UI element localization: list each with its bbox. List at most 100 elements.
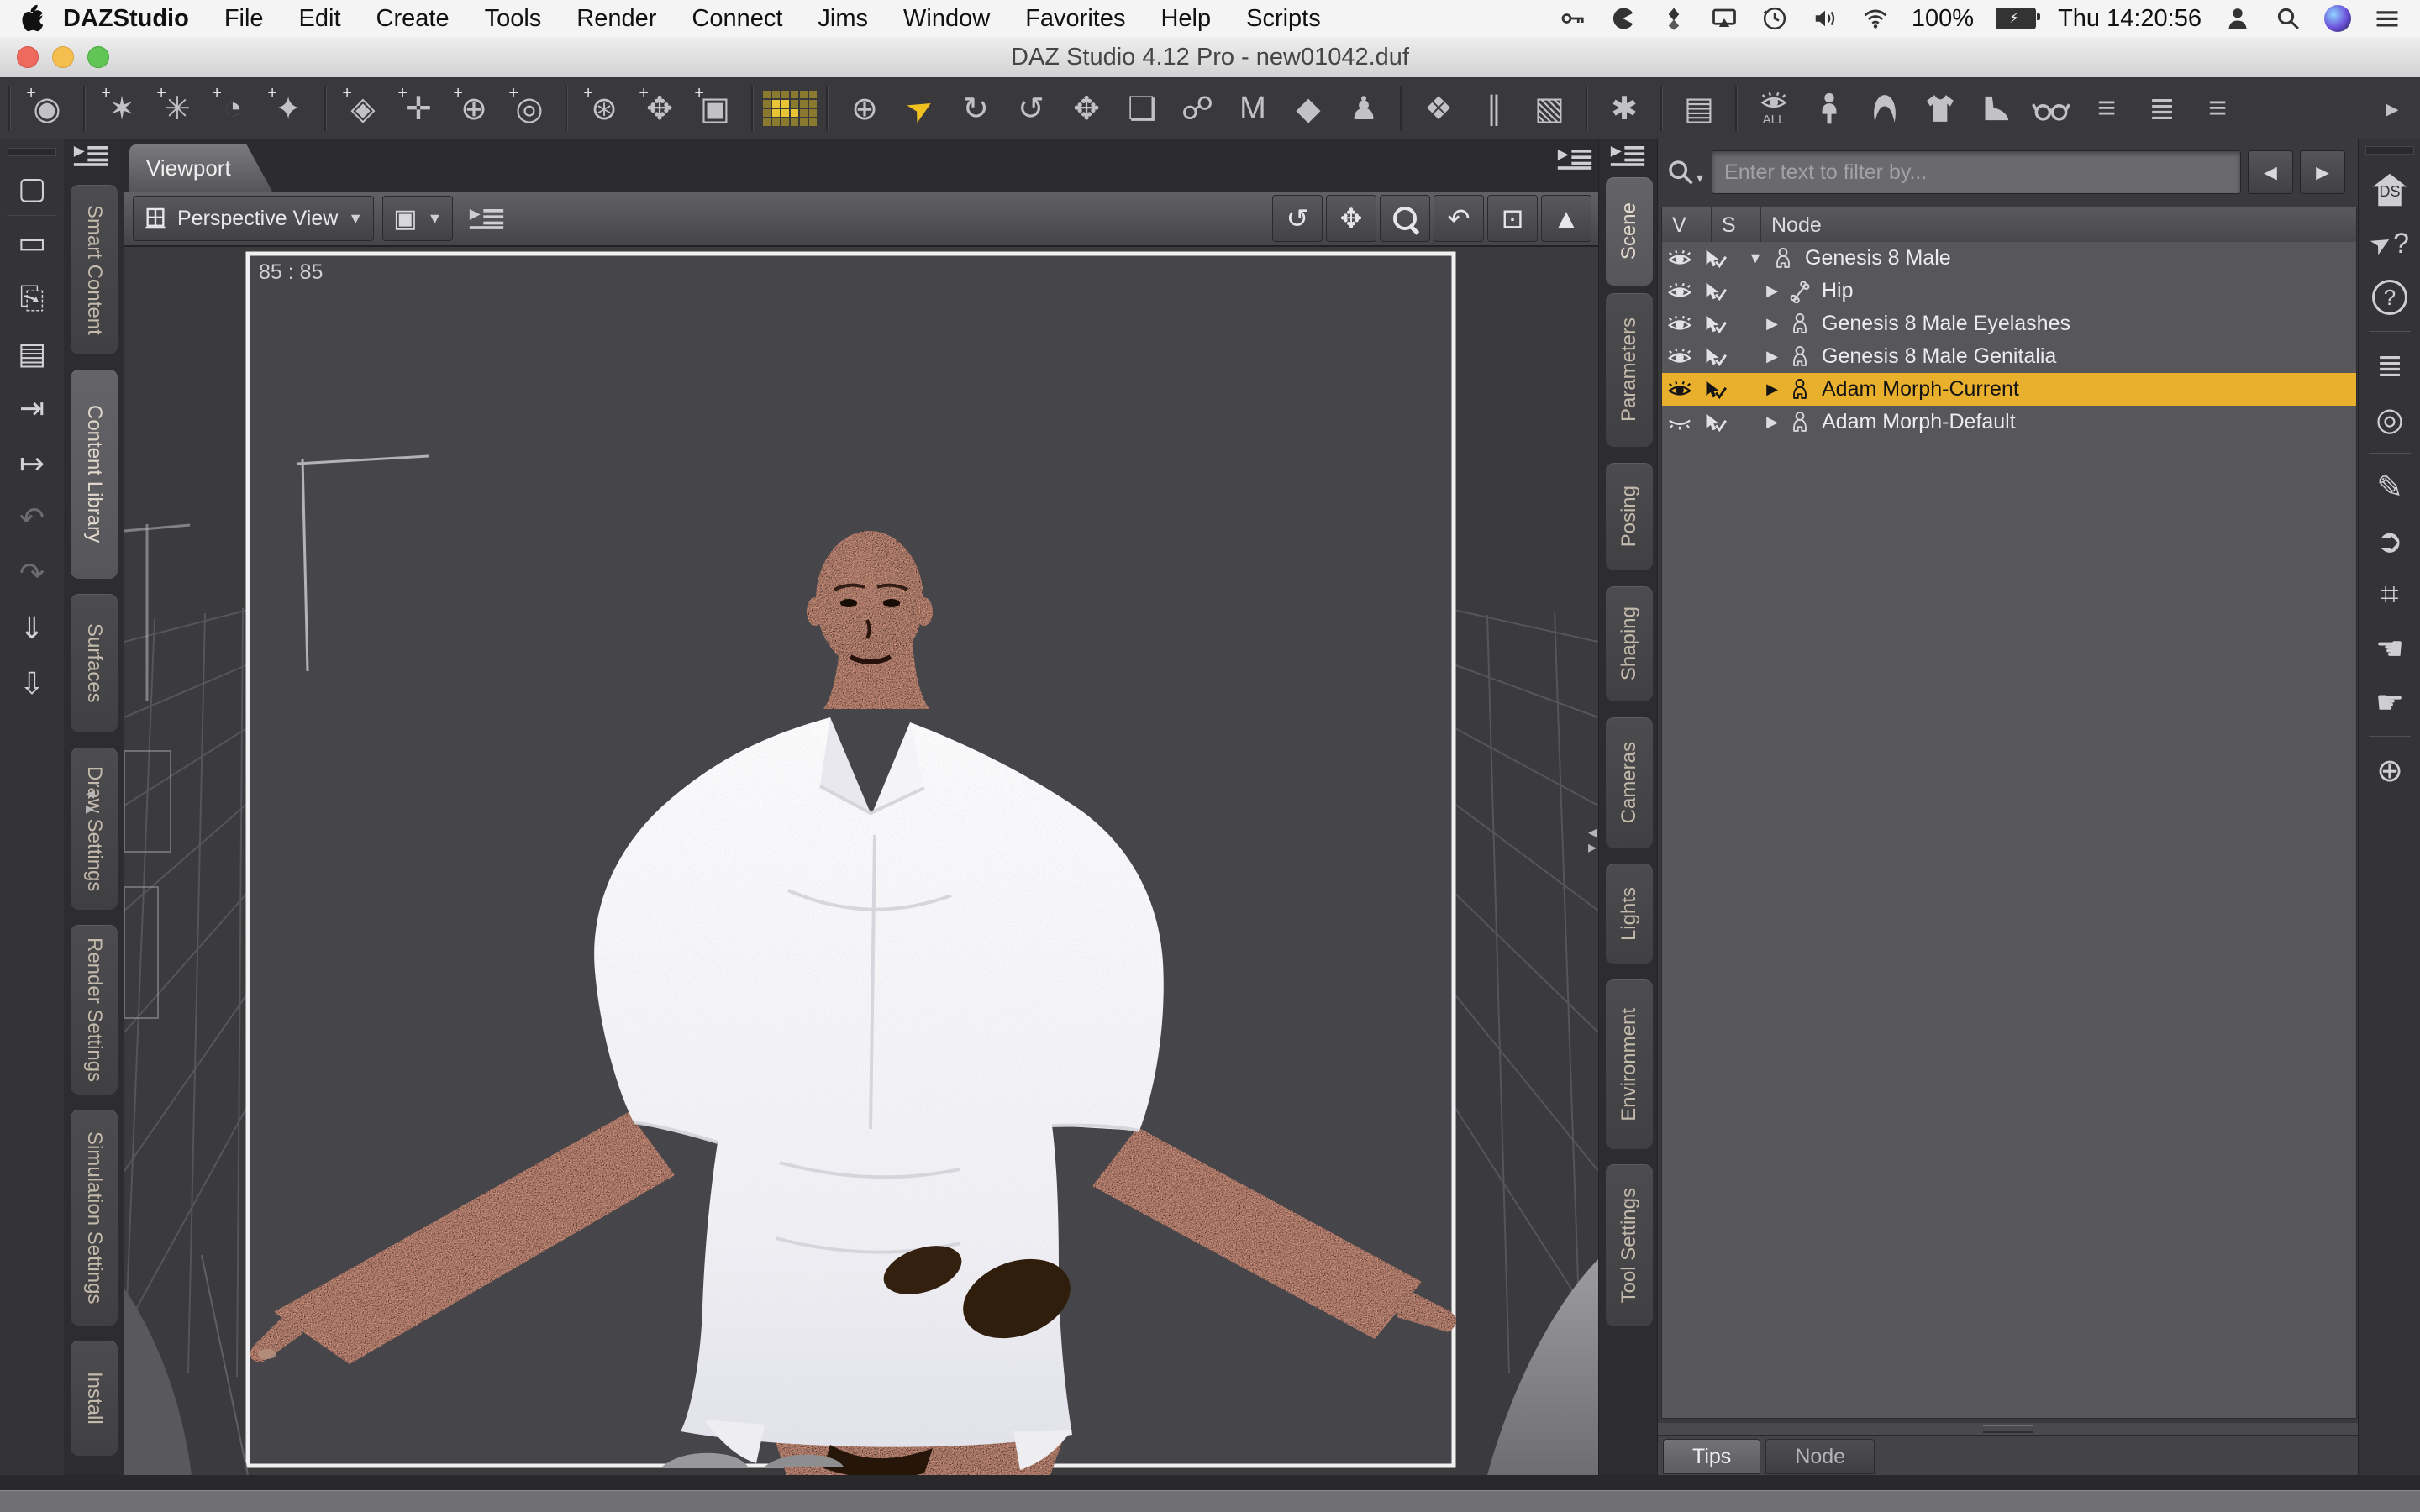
joint-editor-tool-button[interactable]: ☍ bbox=[1170, 82, 1225, 134]
tab-tool-settings[interactable]: Tool Settings bbox=[1606, 1164, 1653, 1326]
visibility-eye-icon[interactable] bbox=[1662, 381, 1697, 399]
window-title-bar[interactable]: DAZ Studio 4.12 Pro - new01042.duf bbox=[0, 37, 2420, 78]
export-file-button[interactable]: ↦ bbox=[10, 442, 54, 486]
pane-menu-icon[interactable] bbox=[72, 143, 109, 168]
surface-selection-tool-button[interactable]: ❖ bbox=[1411, 82, 1466, 134]
whats-this-cursor-button[interactable]: ➤ ? bbox=[2359, 217, 2420, 270]
create-primitive-button[interactable]: +◈ bbox=[335, 82, 391, 134]
scene-tree[interactable]: ▼ Genesis 8 Male ▶ Hip ▶ Genesis 8 Male … bbox=[1661, 242, 2357, 1419]
new-file-button[interactable]: ▢ bbox=[10, 166, 54, 210]
selection-cursor-icon[interactable] bbox=[1697, 281, 1733, 302]
wardrobe-visibility-button[interactable] bbox=[1912, 82, 1968, 134]
menu-window[interactable]: Window bbox=[886, 5, 1007, 33]
scene-navigator-button[interactable]: ⊕ bbox=[837, 82, 892, 134]
swivel-camera-button[interactable]: ↶ bbox=[1434, 195, 1484, 242]
figure-setup-tool-button[interactable]: ♟ bbox=[1336, 82, 1392, 134]
create-distant-light-button[interactable]: +✶ bbox=[94, 82, 150, 134]
column-selectable[interactable]: S bbox=[1712, 207, 1761, 243]
translate-tool-button[interactable]: ✥ bbox=[1059, 82, 1114, 134]
selection-cursor-icon[interactable] bbox=[1697, 412, 1733, 433]
expand-arrow-icon[interactable]: ▶ bbox=[1760, 348, 1785, 365]
pane-grip[interactable] bbox=[2365, 146, 2414, 155]
create-instance-button[interactable]: +◎ bbox=[502, 82, 557, 134]
column-visible[interactable]: V bbox=[1662, 207, 1712, 243]
tool-settings-cursor-button[interactable]: ✱ bbox=[1597, 82, 1652, 134]
spotlight-icon[interactable] bbox=[2274, 4, 2302, 33]
hair-visibility-button[interactable] bbox=[1857, 82, 1912, 134]
pane-menu-icon[interactable] bbox=[1609, 143, 1646, 168]
node-hierarchy-button[interactable]: ⌗ bbox=[2359, 568, 2420, 622]
scene-filter-input[interactable] bbox=[1712, 150, 2241, 194]
viewport-3d-canvas[interactable]: 85 : 85 bbox=[124, 247, 1598, 1475]
apple-menu-icon[interactable] bbox=[20, 3, 45, 34]
create-instance-a-button[interactable]: +⊛ bbox=[576, 82, 632, 134]
drawstyle-dropdown[interactable]: ▣ ▼ bbox=[382, 196, 453, 241]
figure-edit-button[interactable]: ✎ bbox=[2359, 460, 2420, 514]
fast-user-switch-icon[interactable] bbox=[2223, 4, 2252, 33]
tab-smart-content[interactable]: Smart Content bbox=[71, 185, 118, 354]
dform-hand-p-button[interactable]: ☛ bbox=[2359, 675, 2420, 729]
visibility-eye-icon[interactable] bbox=[1662, 315, 1697, 333]
menu-connect[interactable]: Connect bbox=[674, 5, 800, 33]
undo-button[interactable]: ↶ bbox=[10, 496, 54, 540]
create-spotlight-button[interactable]: +✦ bbox=[260, 82, 316, 134]
render-target-button[interactable]: ◎ bbox=[2359, 392, 2420, 446]
pane-layout-grid-button[interactable] bbox=[762, 82, 818, 134]
scene-list-b-button[interactable]: ≣ bbox=[2134, 82, 2190, 134]
expand-arrow-icon[interactable]: ▶ bbox=[1760, 381, 1785, 398]
tree-row-genesis-8-male[interactable]: ▼ Genesis 8 Male bbox=[1662, 242, 2356, 275]
pane-collapse-handle[interactable]: ◂▸ bbox=[86, 786, 94, 816]
filter-back-button[interactable]: ◄ bbox=[2248, 150, 2293, 194]
tab-simulation-settings[interactable]: Simulation Settings bbox=[71, 1110, 118, 1326]
menu-jims[interactable]: Jims bbox=[800, 5, 886, 33]
visibility-eye-icon[interactable] bbox=[1662, 348, 1697, 366]
pane-collapse-handle[interactable]: ◂▸ bbox=[1588, 825, 1597, 855]
create-group-button[interactable]: +⊕ bbox=[446, 82, 502, 134]
menu-favorites[interactable]: Favorites bbox=[1007, 5, 1143, 33]
create-instance-b-button[interactable]: +✥ bbox=[632, 82, 687, 134]
tree-row-adam-morph-default[interactable]: ▶ Adam Morph-Default bbox=[1662, 406, 2356, 438]
geometry-editor-tool-button[interactable]: ◆ bbox=[1281, 82, 1336, 134]
selection-cursor-icon[interactable] bbox=[1697, 314, 1733, 334]
column-node[interactable]: Node bbox=[1761, 207, 2356, 243]
filter-forward-button[interactable]: ► bbox=[2300, 150, 2345, 194]
tab-cameras[interactable]: Cameras bbox=[1606, 717, 1653, 848]
frame-camera-button[interactable]: ⊡ bbox=[1487, 195, 1538, 242]
keychain-status-icon[interactable] bbox=[1559, 4, 1587, 33]
menu-tools[interactable]: Tools bbox=[467, 5, 560, 33]
time-machine-icon[interactable] bbox=[1760, 4, 1789, 33]
shape-transfer-button[interactable]: ➲ bbox=[2359, 514, 2420, 568]
visibility-eye-icon[interactable] bbox=[1662, 282, 1697, 301]
selection-cursor-icon[interactable] bbox=[1697, 249, 1733, 269]
create-linear-point-light-button[interactable]: +◔ bbox=[205, 82, 260, 134]
tree-row-eyelashes[interactable]: ▶ Genesis 8 Male Eyelashes bbox=[1662, 307, 2356, 340]
sync-status-icon[interactable] bbox=[1660, 4, 1688, 33]
menu-scripts[interactable]: Scripts bbox=[1228, 5, 1339, 33]
dform-hand-button[interactable]: ☚ bbox=[2359, 622, 2420, 675]
tab-tips[interactable]: Tips bbox=[1663, 1439, 1760, 1474]
create-cube-button[interactable]: +▣ bbox=[687, 82, 743, 134]
spot-render-tool-button[interactable]: ▤ bbox=[1671, 82, 1727, 134]
menu-edit[interactable]: Edit bbox=[281, 5, 359, 33]
geografting-globe-button[interactable]: ⊕ bbox=[2359, 743, 2420, 797]
viewport-options-menu-icon[interactable] bbox=[468, 206, 505, 231]
weight-map-brush-tool-button[interactable]: ∥ bbox=[1466, 82, 1522, 134]
tab-parameters[interactable]: Parameters bbox=[1606, 293, 1653, 447]
tab-viewport[interactable]: Viewport bbox=[129, 144, 272, 192]
open-file-button[interactable]: ▭ bbox=[10, 221, 54, 265]
zoom-camera-button[interactable] bbox=[1380, 195, 1430, 242]
tab-install[interactable]: Install bbox=[71, 1341, 118, 1456]
tree-row-adam-morph-current[interactable]: ▶ Adam Morph-Current bbox=[1662, 373, 2356, 406]
expand-arrow-icon[interactable]: ▶ bbox=[1760, 413, 1785, 431]
expand-arrow-icon[interactable]: ▶ bbox=[1760, 282, 1785, 300]
viewport-pane-menu-icon[interactable] bbox=[1556, 146, 1593, 171]
tree-row-hip[interactable]: ▶ Hip bbox=[1662, 275, 2356, 307]
visibility-eye-closed-icon[interactable] bbox=[1662, 413, 1697, 432]
menu-file[interactable]: File bbox=[207, 5, 281, 33]
download-product-button[interactable]: ⇓ bbox=[10, 606, 54, 650]
tab-scene[interactable]: Scene bbox=[1606, 177, 1653, 286]
selection-cursor-icon[interactable] bbox=[1697, 380, 1733, 400]
selection-cursor-icon[interactable] bbox=[1697, 347, 1733, 367]
merge-content-button[interactable]: ⎘ bbox=[10, 276, 54, 320]
wifi-icon[interactable] bbox=[1861, 4, 1890, 33]
